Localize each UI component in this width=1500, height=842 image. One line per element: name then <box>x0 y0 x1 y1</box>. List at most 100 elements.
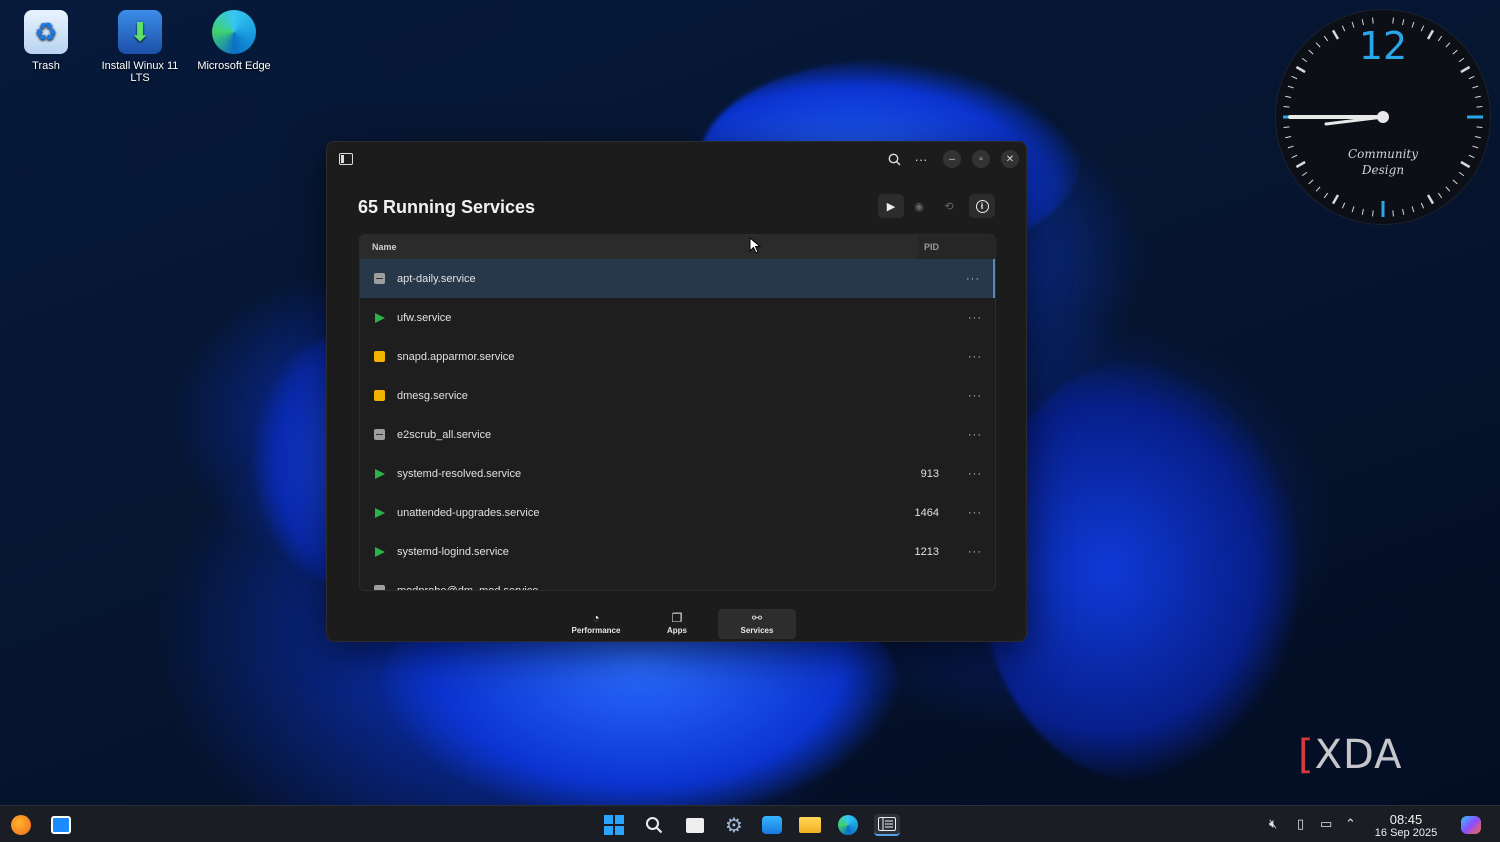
table-row[interactable]: apt-daily.service ··· <box>360 259 995 298</box>
close-button[interactable]: ✕ <box>1001 150 1019 168</box>
desktop-icon-label: Install Winux 11 LTS <box>101 60 179 84</box>
chevron-up-icon[interactable]: ⌃ <box>1345 816 1356 832</box>
page-title: 65 Running Services <box>358 197 536 217</box>
mouse-cursor <box>749 237 761 254</box>
taskbar-date: 16 Sep 2025 <box>1374 827 1438 839</box>
search-icon[interactable] <box>885 150 903 168</box>
bottom-navigation: ◔ Performance ❐ Apps ⚯ Services <box>327 609 1026 641</box>
maximize-button[interactable]: ▫ <box>972 150 990 168</box>
nav-performance[interactable]: ◔ Performance <box>557 609 635 639</box>
settings-icon[interactable]: ⚙ <box>723 814 745 837</box>
services-table: Name PID apt-daily.service ··· ufw.service… <box>359 234 996 591</box>
running-status-icon <box>375 468 385 479</box>
stop-service-button[interactable]: ◉ <box>906 194 932 218</box>
stop-icon: ◉ <box>914 200 924 213</box>
services-icon: ⚯ <box>751 611 763 625</box>
desktop-icon-edge[interactable]: Microsoft Edge <box>189 10 279 72</box>
table-row[interactable]: systemd-resolved.service 913 ··· <box>360 454 995 493</box>
row-more-button[interactable]: ··· <box>955 312 995 324</box>
firefox-icon[interactable] <box>10 814 32 836</box>
download-icon: ⬇ <box>118 10 162 54</box>
sidebar-toggle-icon[interactable] <box>337 150 355 168</box>
table-body: apt-daily.service ··· ufw.service ··· snapd.… <box>360 259 995 591</box>
gauge-icon: ◔ <box>592 611 600 625</box>
row-more-button[interactable]: ··· <box>955 507 995 519</box>
system-monitor-taskbar-icon[interactable] <box>874 814 900 836</box>
clock-widget: 12 Community Design <box>1276 10 1490 224</box>
row-more-button[interactable]: ··· <box>955 351 995 363</box>
widgets-icon[interactable] <box>50 814 72 836</box>
table-row[interactable]: systemd-logind.service 1213 ··· <box>360 532 995 571</box>
file-explorer-icon[interactable] <box>799 814 821 836</box>
column-header-name[interactable]: Name <box>360 235 918 259</box>
service-name: e2scrub_all.service <box>397 428 492 441</box>
row-more-button[interactable]: ··· <box>953 273 993 285</box>
row-more-button[interactable]: ··· <box>955 546 995 558</box>
warning-status-icon <box>374 390 385 401</box>
service-info-button[interactable]: i <box>969 194 995 218</box>
start-button[interactable] <box>603 814 625 836</box>
table-row[interactable]: e2scrub_all.service ··· <box>360 415 995 454</box>
table-row[interactable]: dmesg.service ··· <box>360 376 995 415</box>
table-row[interactable]: modprobe@dm_mod.service ··· <box>360 571 995 591</box>
desktop-icon-label: Microsoft Edge <box>197 60 271 72</box>
restart-service-button[interactable]: ⟲ <box>936 194 962 218</box>
service-pid: 1213 <box>914 545 939 558</box>
search-icon[interactable] <box>643 814 665 836</box>
recycle-bin-icon: ♻ <box>24 10 68 54</box>
service-name: ufw.service <box>397 311 452 324</box>
xda-watermark: [XDA <box>1298 732 1403 778</box>
table-row[interactable]: snapd.apparmor.service ··· <box>360 337 995 376</box>
desktop-icon-install-winux[interactable]: ⬇ Install Winux 11 LTS <box>95 10 185 84</box>
volume-muted-icon[interactable]: 🔇︎ <box>1269 816 1277 832</box>
desktop-icon-trash[interactable]: ♻ Trash <box>1 10 91 72</box>
taskbar-clock[interactable]: 08:45 16 Sep 2025 <box>1372 812 1440 839</box>
restart-icon: ⟲ <box>944 200 954 213</box>
copilot-icon[interactable] <box>1460 814 1482 836</box>
network-icon[interactable]: ▭ <box>1320 816 1332 832</box>
service-pid: 913 <box>920 467 939 480</box>
xda-logo-icon: [ <box>1298 732 1315 778</box>
apps-icon: ❐ <box>671 611 683 625</box>
service-name: snapd.apparmor.service <box>397 350 515 363</box>
service-name: systemd-resolved.service <box>397 467 522 480</box>
play-icon: ▶ <box>886 200 896 213</box>
taskbar-time: 08:45 <box>1389 812 1423 827</box>
nav-apps[interactable]: ❐ Apps <box>638 609 716 639</box>
minimize-button[interactable]: – <box>943 150 961 168</box>
table-row[interactable]: unattended-upgrades.service 1464 ··· <box>360 493 995 532</box>
service-name: dmesg.service <box>397 389 468 402</box>
taskbar: ⚙ 🔇︎ ▯ ▭ ⌃ 08:45 16 Sep 2025 <box>0 805 1500 842</box>
task-view-icon[interactable] <box>684 814 706 836</box>
battery-icon[interactable]: ▯ <box>1297 816 1304 832</box>
row-more-button[interactable]: ··· <box>955 585 995 591</box>
service-name: unattended-upgrades.service <box>397 506 540 519</box>
service-name: modprobe@dm_mod.service <box>397 584 539 591</box>
running-status-icon <box>375 312 385 323</box>
clock-brand: Community Design <box>1347 147 1419 177</box>
edge-icon[interactable] <box>837 814 859 836</box>
info-icon: i <box>975 199 989 213</box>
store-icon[interactable] <box>761 814 783 836</box>
row-more-button[interactable]: ··· <box>955 468 995 480</box>
stopped-status-icon <box>374 273 385 284</box>
column-header-pid[interactable]: PID <box>918 235 995 259</box>
warning-status-icon <box>374 351 385 362</box>
wallpaper-swirl <box>980 360 1300 780</box>
nav-services[interactable]: ⚯ Services <box>718 609 796 639</box>
running-status-icon <box>375 546 385 557</box>
table-row[interactable]: ufw.service ··· <box>360 298 995 337</box>
row-more-button[interactable]: ··· <box>955 390 995 402</box>
service-name: systemd-logind.service <box>397 545 509 558</box>
start-service-button[interactable]: ▶ <box>878 194 904 218</box>
service-name: apt-daily.service <box>397 272 476 285</box>
stopped-status-icon <box>374 585 385 590</box>
service-pid: 1464 <box>914 506 939 519</box>
row-more-button[interactable]: ··· <box>955 429 995 441</box>
edge-icon <box>212 10 256 54</box>
desktop-icon-label: Trash <box>32 60 60 72</box>
stopped-status-icon <box>374 429 385 440</box>
window-titlebar[interactable]: ··· – ▫ ✕ <box>327 142 1026 176</box>
menu-dots-icon[interactable]: ··· <box>912 150 930 168</box>
table-header: Name PID <box>360 235 995 259</box>
